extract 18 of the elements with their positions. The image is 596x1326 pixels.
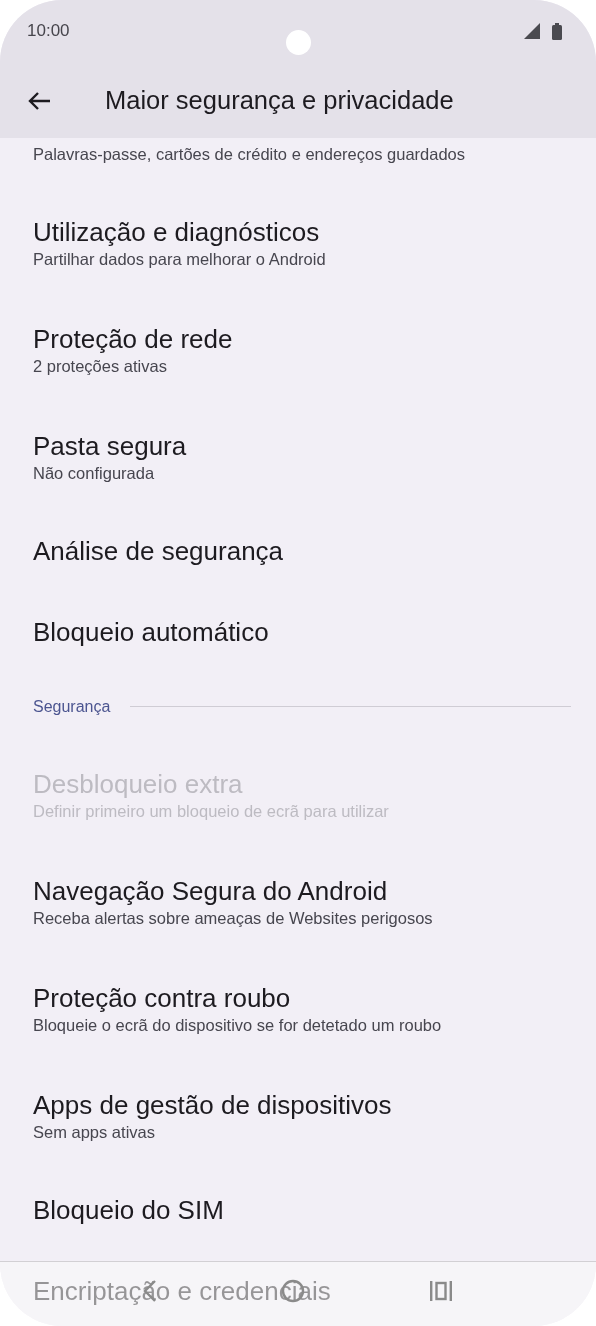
- settings-item[interactable]: Bloqueio automático: [0, 591, 596, 672]
- status-time: 10:00: [27, 21, 70, 41]
- signal-icon: [524, 23, 540, 39]
- settings-item[interactable]: Proteção contra roubo Bloqueie o ecrã do dispositivo se for detetado um roubo: [0, 955, 596, 1062]
- camera-hole: [286, 30, 311, 55]
- settings-item[interactable]: Proteção de rede 2 proteções ativas: [0, 296, 596, 403]
- page-title: Maior segurança e privacidade: [105, 86, 454, 115]
- settings-item[interactable]: Utilização e diagnósticos Partilhar dados para melhorar o Android: [0, 189, 596, 296]
- settings-item[interactable]: Pasta segura Não configurada: [0, 403, 596, 510]
- settings-item[interactable]: Análise de segurança: [0, 510, 596, 591]
- settings-item[interactable]: Palavras-passe, cartões de crédito e endereços guardados: [0, 138, 596, 189]
- settings-item[interactable]: Apps de gestão de dispositivos Sem apps ativas: [0, 1062, 596, 1169]
- section-header: Segurança: [33, 697, 111, 716]
- battery-icon: [552, 22, 562, 40]
- recent-apps-icon[interactable]: [429, 1280, 453, 1302]
- settings-item[interactable]: Bloqueio do SIM: [0, 1169, 596, 1250]
- back-icon[interactable]: [27, 90, 51, 111]
- settings-item[interactable]: Navegação Segura do Android Receba alertas sobre ameaças de Websites perigosos: [0, 848, 596, 955]
